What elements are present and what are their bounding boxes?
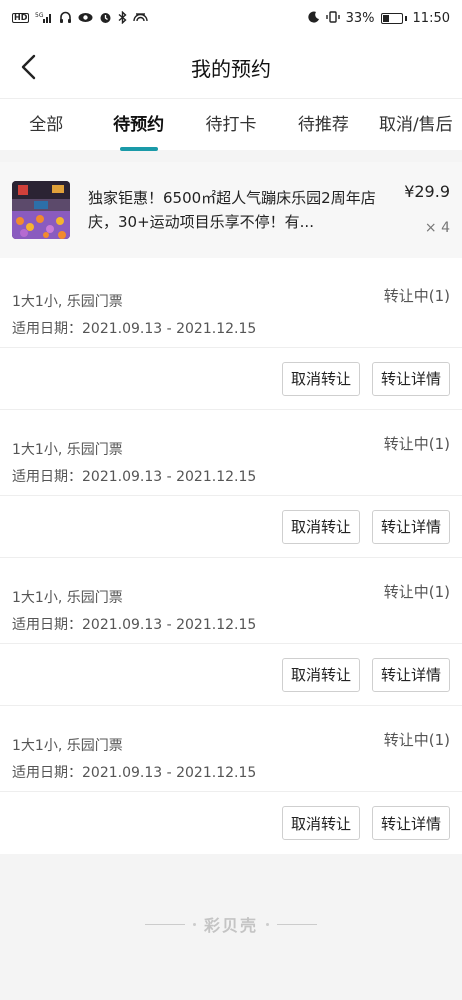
ticket-name: 1大1小, 乐园门票 <box>12 294 123 310</box>
alarm-icon <box>99 11 112 26</box>
divider-dot <box>192 922 196 926</box>
cancel-transfer-button[interactable]: 取消转让 <box>281 657 360 692</box>
eye-icon <box>78 12 93 25</box>
footer-brand: 彩贝壳 <box>0 912 462 936</box>
signal-icon: 5G <box>35 11 53 25</box>
cast-icon <box>133 11 149 25</box>
valid-date: 适用日期：2021.09.13 - 2021.12.15 <box>12 321 257 337</box>
ticket-name: 1大1小, 乐园门票 <box>12 442 123 458</box>
tab-pending-checkin[interactable]: 待打卡 <box>185 99 277 151</box>
transfer-info: 1大1小, 乐园门票 适用日期：2021.09.13 - 2021.12.15 … <box>0 410 462 496</box>
status-icons-right: 33% 11:50 <box>307 10 450 26</box>
valid-date: 适用日期：2021.09.13 - 2021.12.15 <box>12 617 257 633</box>
headphones-icon <box>59 11 72 26</box>
chevron-left-icon <box>21 54 36 80</box>
transfer-card: 1大1小, 乐园门票 适用日期：2021.09.13 - 2021.12.15 … <box>0 706 462 854</box>
valid-date: 适用日期：2021.09.13 - 2021.12.15 <box>12 765 257 781</box>
product-thumbnail <box>12 181 70 239</box>
transfer-card: 1大1小, 乐园门票 适用日期：2021.09.13 - 2021.12.15 … <box>0 410 462 558</box>
status-bar: HD 5G 33% 11:50 <box>0 0 462 36</box>
ticket-name: 1大1小, 乐园门票 <box>12 590 123 606</box>
transfer-actions: 取消转让 转让详情 <box>0 792 462 854</box>
transfer-actions: 取消转让 转让详情 <box>0 348 462 410</box>
divider <box>277 923 317 925</box>
transfer-card: 1大1小, 乐园门票 适用日期：2021.09.13 - 2021.12.15 … <box>0 262 462 410</box>
footer-brand-text: 彩贝壳 <box>203 916 258 935</box>
cancel-transfer-button[interactable]: 取消转让 <box>281 509 360 544</box>
battery-icon <box>380 12 407 24</box>
divider-dot <box>266 922 269 926</box>
product-price-area: ¥29.9 × 4 <box>390 162 450 258</box>
moon-icon <box>307 11 320 25</box>
battery-percent: 33% <box>345 10 375 26</box>
ticket-name: 1大1小, 乐园门票 <box>12 738 123 754</box>
transfer-card: 1大1小, 乐园门票 适用日期：2021.09.13 - 2021.12.15 … <box>0 558 462 706</box>
transfer-status: 转让中(1) <box>383 287 450 305</box>
transfer-info: 1大1小, 乐园门票 适用日期：2021.09.13 - 2021.12.15 … <box>0 558 462 644</box>
bluetooth-icon <box>118 10 127 26</box>
product-title: 独家钜惠！6500㎡超人气蹦床乐园2周年店庆，30+运动项目乐享不停！有... <box>88 189 376 231</box>
back-button[interactable] <box>14 51 42 83</box>
divider <box>144 923 185 925</box>
nav-bar: 我的预约 <box>0 36 462 98</box>
transfer-details-button[interactable]: 转让详情 <box>371 509 450 544</box>
cancel-transfer-button[interactable]: 取消转让 <box>281 361 360 396</box>
status-icons-left: HD 5G <box>12 10 149 26</box>
page-title: 我的预约 <box>191 56 271 81</box>
hd-icon: HD <box>12 13 30 23</box>
tab-cancel-aftersale[interactable]: 取消/售后 <box>370 99 462 151</box>
valid-date: 适用日期：2021.09.13 - 2021.12.15 <box>12 469 257 485</box>
clock: 11:50 <box>412 10 450 26</box>
svg-text:5G: 5G <box>35 12 44 19</box>
transfer-details-button[interactable]: 转让详情 <box>371 657 450 692</box>
tab-bar: 全部 待预约 待打卡 待推荐 取消/售后 <box>0 98 462 150</box>
transfer-actions: 取消转让 转让详情 <box>0 496 462 558</box>
cancel-transfer-button[interactable]: 取消转让 <box>281 806 360 840</box>
tab-all[interactable]: 全部 <box>0 99 92 151</box>
transfer-info: 1大1小, 乐园门票 适用日期：2021.09.13 - 2021.12.15 … <box>0 706 462 792</box>
transfer-info: 1大1小, 乐园门票 适用日期：2021.09.13 - 2021.12.15 … <box>0 262 462 348</box>
product-quantity: × 4 <box>424 220 450 236</box>
transfer-details-button[interactable]: 转让详情 <box>371 806 450 840</box>
transfer-status: 转让中(1) <box>383 731 450 749</box>
tab-pending-booking[interactable]: 待预约 <box>92 99 184 151</box>
product-price: ¥29.9 <box>404 182 450 201</box>
vibrate-icon <box>325 11 340 25</box>
transfer-actions: 取消转让 转让详情 <box>0 644 462 706</box>
transfer-status: 转让中(1) <box>383 435 450 453</box>
transfer-details-button[interactable]: 转让详情 <box>371 361 450 396</box>
product-summary[interactable]: 独家钜惠！6500㎡超人气蹦床乐园2周年店庆，30+运动项目乐享不停！有... … <box>0 162 462 258</box>
tab-pending-recommend[interactable]: 待推荐 <box>277 99 369 151</box>
transfer-status: 转让中(1) <box>383 583 450 601</box>
